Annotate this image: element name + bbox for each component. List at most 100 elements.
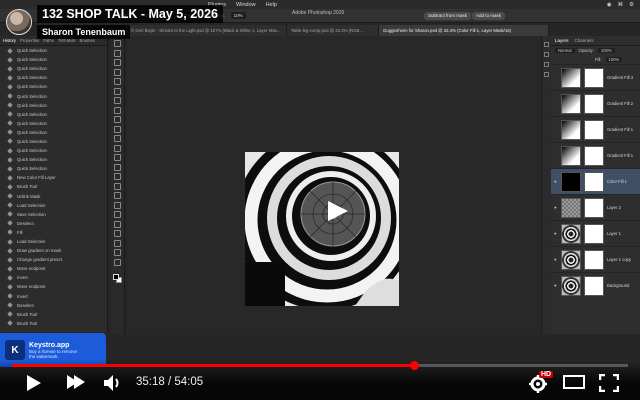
layer-row[interactable]: ● Layer 1 copy [551,246,640,272]
layer-row[interactable]: Gradient Fill 1 [551,142,640,168]
tool-icon[interactable] [114,135,121,142]
layer-mask-thumbnail[interactable] [584,171,604,192]
history-item[interactable]: Quick Selection [0,137,107,146]
tool-icon[interactable] [114,220,121,228]
history-item[interactable]: Quick Selection [0,73,107,82]
fill-field[interactable]: 100% [605,57,623,62]
eye-icon[interactable] [554,76,558,80]
history-item[interactable]: Brush Tool [0,310,107,319]
history-item[interactable]: Brush Tool [0,182,107,191]
history-item[interactable]: Quick Selection [0,55,107,64]
volume-icon[interactable] [103,374,123,392]
history-item[interactable]: Deselect [0,301,107,310]
menu-help[interactable]: Help [266,2,277,8]
theater-mode-icon[interactable] [563,374,585,390]
history-item[interactable]: Quick Selection [0,101,107,110]
tool-icon[interactable] [114,211,121,218]
add-to-mask-button[interactable]: Add to mask [472,12,506,20]
eye-icon[interactable]: ● [554,179,558,184]
layer-row[interactable]: ● Background [551,272,640,298]
history-item[interactable]: Quick Selection [0,128,107,137]
tool-icon[interactable] [114,40,121,47]
history-item[interactable]: Invert [0,292,107,301]
menu-window[interactable]: Window [236,2,256,8]
tool-icon[interactable] [114,258,121,266]
tool-icon[interactable] [114,154,121,161]
history-item[interactable]: Load Selection [0,201,107,210]
history-item[interactable]: Quick Selection [0,164,107,173]
layer-mask-thumbnail[interactable] [584,223,604,244]
tool-icon[interactable] [114,68,121,76]
tool-icon[interactable] [114,173,121,180]
history-item[interactable]: Change gradient preset [0,255,107,264]
layer-mask-thumbnail[interactable] [584,67,604,88]
smoothing-field[interactable]: 10% [230,12,246,19]
layer-row[interactable]: ● Layer 2 [551,194,640,220]
doc-tab-active[interactable]: Guggenheim for Sharon.psd @ 33.3% (Color… [379,25,549,36]
play-icon[interactable] [324,201,350,221]
panel-icon[interactable] [544,72,549,77]
progress-bar[interactable] [12,361,628,370]
history-item[interactable]: Fill [0,228,107,237]
history-item[interactable]: Quick Selection [0,119,107,128]
layer-row[interactable]: Gradient Fill 1 [551,116,640,142]
history-item[interactable]: Load Selection [0,237,107,246]
eye-icon[interactable]: ● [554,205,558,210]
eye-icon[interactable]: ● [554,257,558,262]
fullscreen-icon[interactable] [599,374,619,392]
video-player[interactable]: Plugins Window Help ◉ ⌘ ⚙ Opacity: 50% F… [0,0,640,400]
history-item[interactable]: Unlink Mask [0,192,107,201]
foreground-color[interactable] [113,274,119,280]
history-item[interactable]: Quick Selection [0,110,107,119]
layer-row[interactable]: ● Color Fill 1 [551,168,640,194]
blend-opacity-field[interactable]: 100% [597,48,615,53]
tool-icon[interactable] [114,97,121,104]
video-title[interactable]: 132 SHOP TALK - May 5, 2026 [37,5,224,23]
history-item[interactable]: Draw gradient on mask [0,246,107,255]
history-item[interactable]: Invert [0,273,107,282]
tool-icon[interactable] [114,78,121,85]
tool-icon[interactable] [114,59,121,66]
tool-icon[interactable] [114,249,121,256]
layer-mask-thumbnail[interactable] [584,145,604,166]
tool-icon[interactable] [114,87,121,95]
history-item[interactable]: Quick Selection [0,91,107,100]
tool-icon[interactable] [114,144,121,152]
eye-icon[interactable] [554,154,558,158]
tool-icon[interactable] [114,230,121,237]
eye-icon[interactable]: ● [554,283,558,288]
doc-tab[interactable]: Table-leg-comp.psd @ 33.3% (RGB... [287,25,379,36]
next-icon[interactable] [66,374,86,390]
tool-icon[interactable] [114,163,121,171]
tool-icon[interactable] [114,116,121,123]
tool-icon[interactable] [114,182,121,190]
eye-icon[interactable] [554,102,558,106]
blend-mode-select[interactable]: Normal [555,48,575,53]
history-item[interactable]: Brush Tool [0,319,107,328]
layer-row[interactable]: Gradient Fill 2 [551,90,640,116]
history-item[interactable]: Quick Selection [0,64,107,73]
tab-channels[interactable]: Channels [575,38,594,43]
layer-row[interactable]: Gradient Fill 3 [551,64,640,90]
tool-icon[interactable] [114,106,121,114]
tool-icon[interactable] [114,125,121,133]
eye-icon[interactable]: ● [554,231,558,236]
subtract-from-mask-button[interactable]: Subtract from mask [424,12,472,20]
tool-icon[interactable] [114,192,121,199]
panel-icon[interactable] [544,62,549,67]
history-item[interactable]: Move endpoint [0,264,107,273]
layer-mask-thumbnail[interactable] [584,197,604,218]
panel-icon[interactable] [544,52,549,57]
layer-mask-thumbnail[interactable] [584,93,604,114]
history-item[interactable]: New Color Fill Layer [0,173,107,182]
layer-mask-thumbnail[interactable] [584,249,604,270]
tool-icon[interactable] [114,49,121,57]
tool-icon[interactable] [114,239,121,247]
canvas-workspace[interactable] [127,36,550,334]
history-item[interactable]: Quick Selection [0,82,107,91]
layer-mask-thumbnail[interactable] [584,119,604,140]
history-item[interactable]: Quick Selection [0,146,107,155]
history-item[interactable]: Move endpoint [0,282,107,291]
color-swatches[interactable] [113,274,122,283]
progress-scrubber[interactable] [409,361,419,370]
